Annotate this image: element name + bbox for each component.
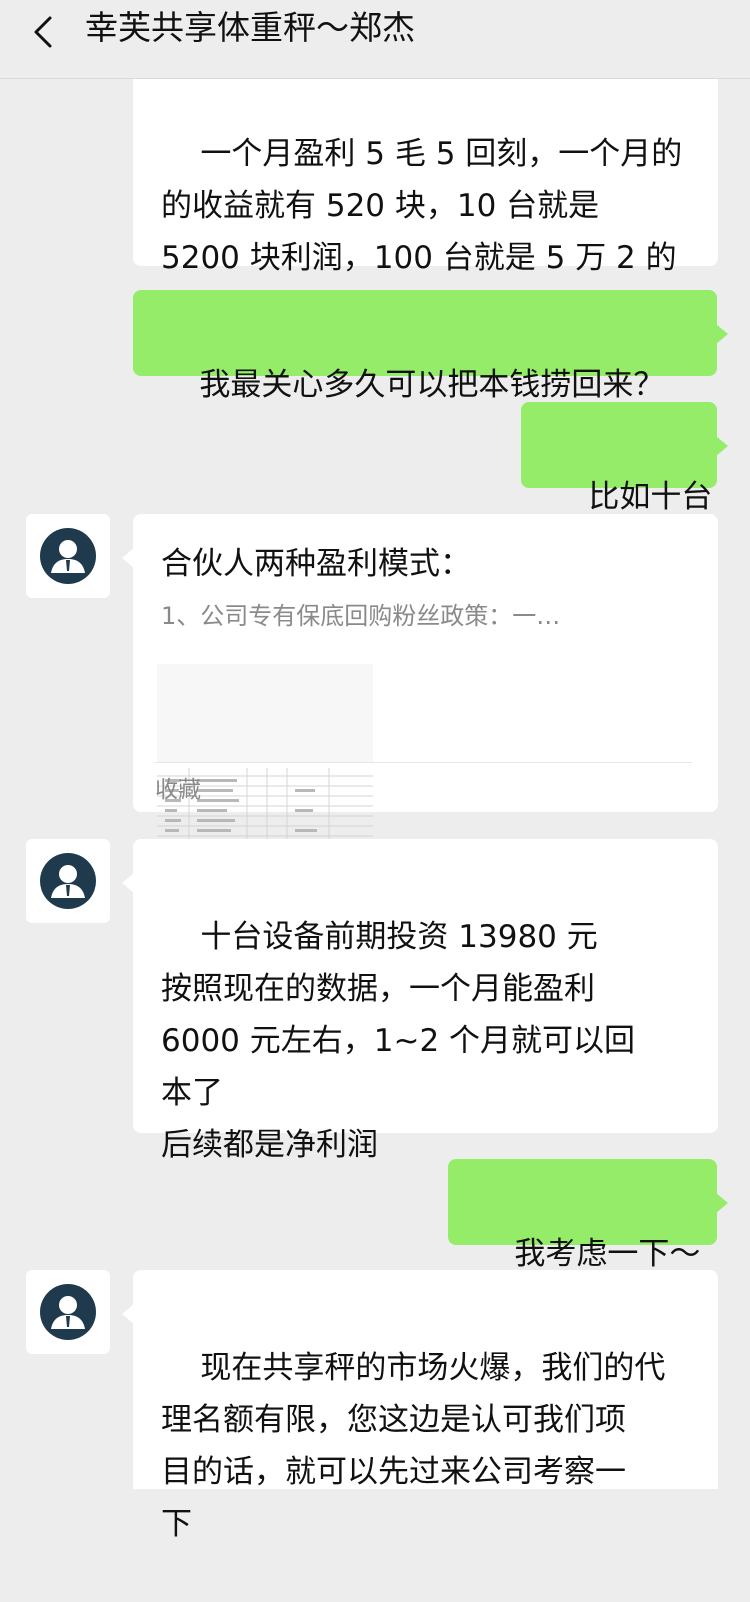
message-bubble[interactable]: 我考虑一下～	[448, 1159, 728, 1272]
card-divider	[155, 762, 692, 763]
message-text: 我最关心多久可以把本钱捞回来？	[199, 367, 665, 403]
message-bubble[interactable]: 现在共享秤的市场火爆，我们的代 理名额有限，您这边是认可我们项 目的话，就可以先…	[122, 1270, 718, 1542]
message-bubble[interactable]: 比如十台	[521, 402, 728, 515]
user-avatar-icon	[40, 528, 96, 584]
message-text: 现在共享秤的市场火爆，我们的代 理名额有限，您这边是认可我们项 目的话，就可以先…	[161, 1350, 666, 1542]
message-text: 比如十台	[588, 479, 713, 515]
favorite-card[interactable]: 合伙人两种盈利模式： 1、公司专有保底回购粉丝政策：一… 收藏	[122, 514, 718, 866]
avatar[interactable]	[26, 514, 110, 598]
chevron-left-icon[interactable]	[26, 12, 66, 52]
message-text: 十台设备前期投资 13980 元 按照现在的数据，一个月能盈利 6000 元左右…	[161, 919, 636, 1163]
chat-area[interactable]: 一个月盈利 5 毛 5 回刻，一个月的 的收益就有 520 块，10 台就是 5…	[0, 0, 750, 1542]
chat-header: 幸芙共享体重秤～郑杰	[0, 0, 750, 79]
card-source-label: 收藏	[155, 777, 201, 803]
avatar[interactable]	[26, 1270, 110, 1354]
chat-title: 幸芙共享体重秤～郑杰	[85, 8, 415, 47]
card-description: 1、公司专有保底回购粉丝政策：一…	[161, 602, 561, 630]
avatar[interactable]	[26, 839, 110, 923]
user-avatar-icon	[40, 853, 96, 909]
user-avatar-icon	[40, 1284, 96, 1340]
card-title: 合伙人两种盈利模式：	[161, 546, 471, 582]
message-bubble[interactable]: 我最关心多久可以把本钱捞回来？	[133, 290, 728, 403]
message-text: 我考虑一下～	[514, 1236, 701, 1272]
card-thumbnail-table	[157, 664, 373, 866]
message-bubble[interactable]: 十台设备前期投资 13980 元 按照现在的数据，一个月能盈利 6000 元左右…	[122, 839, 718, 1163]
